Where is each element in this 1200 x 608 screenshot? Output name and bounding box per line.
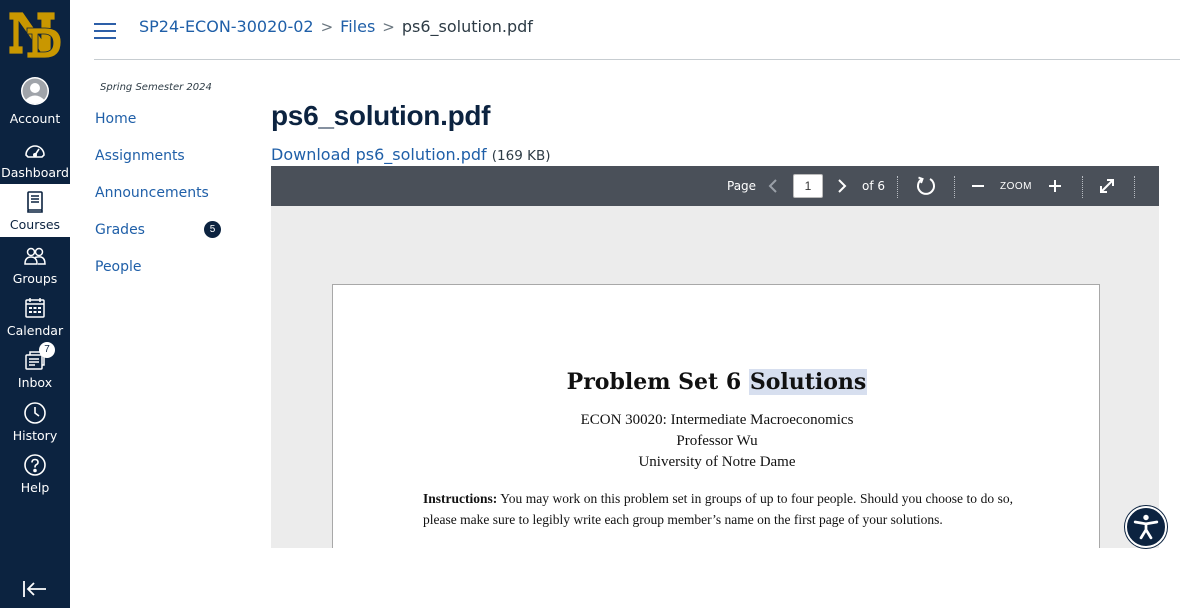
nav-inbox-label: Inbox [17, 375, 53, 390]
account-avatar-icon [21, 77, 49, 105]
grades-badge: 5 [204, 221, 221, 238]
course-nav-assignments[interactable]: Assignments [95, 148, 185, 164]
nav-calendar[interactable]: Calendar [0, 296, 70, 348]
course-nav-grades[interactable]: Grades [95, 222, 145, 238]
nav-help[interactable]: Help [0, 453, 70, 505]
zoom-label: ZOOM [1000, 180, 1032, 192]
page-number-input[interactable]: 1 [793, 174, 823, 198]
toolbar-divider [1082, 176, 1083, 198]
zoom-out-icon[interactable] [966, 174, 990, 198]
nav-help-label: Help [20, 480, 50, 495]
breadcrumb-current-file: ps6_solution.pdf [401, 17, 533, 36]
header-divider [94, 59, 1180, 60]
pdf-title: Problem Set 6 Solutions [333, 369, 1101, 395]
download-link[interactable]: Download ps6_solution.pdf [271, 145, 487, 164]
pdf-course-line: ECON 30020: Intermediate Macroeconomics [580, 412, 854, 428]
pdf-university: University of Notre Dame [638, 454, 796, 470]
nav-history-label: History [12, 428, 58, 443]
course-nav-people[interactable]: People [95, 259, 142, 275]
pdf-toolbar: Page 1 of 6 ZOOM [271, 166, 1159, 206]
nav-dashboard[interactable]: Dashboard [0, 138, 70, 190]
pdf-instructions-text: You may work on this problem set in grou… [423, 491, 1013, 527]
page-count: of 6 [862, 179, 886, 193]
download-row: Download ps6_solution.pdf (169 KB) [271, 145, 551, 164]
nav-courses[interactable]: Courses [0, 184, 70, 237]
page-title: ps6_solution.pdf [271, 100, 491, 131]
pdf-instructions: Instructions: You may work on this probl… [423, 489, 1013, 530]
pdf-page: Problem Set 6 Solutions ECON 30020: Inte… [332, 284, 1100, 548]
page-label: Page [727, 179, 757, 193]
course-nav-home[interactable]: Home [95, 111, 136, 127]
pdf-viewport[interactable]: Problem Set 6 Solutions ECON 30020: Inte… [271, 206, 1159, 548]
breadcrumb-separator: > [382, 17, 395, 36]
next-page-icon[interactable] [830, 174, 854, 198]
nav-account-label: Account [9, 111, 61, 126]
rotate-icon[interactable] [914, 174, 938, 198]
history-icon [24, 402, 46, 424]
collapse-nav-icon[interactable] [22, 578, 48, 600]
nav-groups[interactable]: Groups [0, 244, 70, 296]
breadcrumb: SP24-ECON-30020-02 > Files > ps6_solutio… [139, 17, 533, 36]
groups-icon [24, 247, 46, 265]
pdf-title-highlight: Solutions [748, 369, 868, 395]
pdf-title-main: Problem Set 6 [566, 369, 742, 395]
fullscreen-icon[interactable] [1095, 174, 1119, 198]
previous-page-icon[interactable] [761, 174, 785, 198]
breadcrumb-separator: > [320, 17, 334, 36]
hamburger-bar [94, 23, 116, 25]
pdf-professor: Professor Wu [676, 433, 758, 449]
nav-inbox[interactable]: 7 Inbox [0, 342, 70, 400]
accessibility-icon[interactable] [1125, 506, 1167, 548]
courses-icon [27, 191, 43, 213]
pdf-instructions-label: Instructions: [423, 491, 498, 506]
global-nav: Account Dashboard Courses Groups Calenda… [0, 0, 70, 608]
inbox-unread-badge: 7 [39, 342, 55, 358]
help-icon [24, 454, 46, 476]
hamburger-bar [94, 30, 116, 32]
course-nav-announcements[interactable]: Announcements [95, 185, 209, 201]
file-size: (169 KB) [491, 148, 551, 164]
hamburger-bar [94, 37, 116, 39]
toolbar-divider [954, 176, 955, 198]
nav-account[interactable]: Account [0, 76, 70, 128]
toolbar-divider [897, 176, 898, 198]
app: Account Dashboard Courses Groups Calenda… [0, 0, 1200, 608]
breadcrumb-course[interactable]: SP24-ECON-30020-02 [139, 17, 314, 36]
toolbar-divider [1134, 176, 1135, 198]
term-label: Spring Semester 2024 [100, 82, 212, 93]
nav-calendar-label: Calendar [6, 323, 64, 338]
nav-history[interactable]: History [0, 401, 70, 453]
zoom-in-icon[interactable] [1043, 174, 1067, 198]
course-menu-toggle[interactable] [94, 23, 116, 41]
nav-courses-label: Courses [9, 217, 61, 232]
dashboard-icon [25, 145, 45, 158]
nav-dashboard-label: Dashboard [1, 165, 69, 180]
breadcrumb-files[interactable]: Files [340, 17, 375, 36]
calendar-icon [25, 298, 45, 318]
nav-groups-label: Groups [12, 271, 58, 286]
notre-dame-logo[interactable] [5, 6, 65, 64]
